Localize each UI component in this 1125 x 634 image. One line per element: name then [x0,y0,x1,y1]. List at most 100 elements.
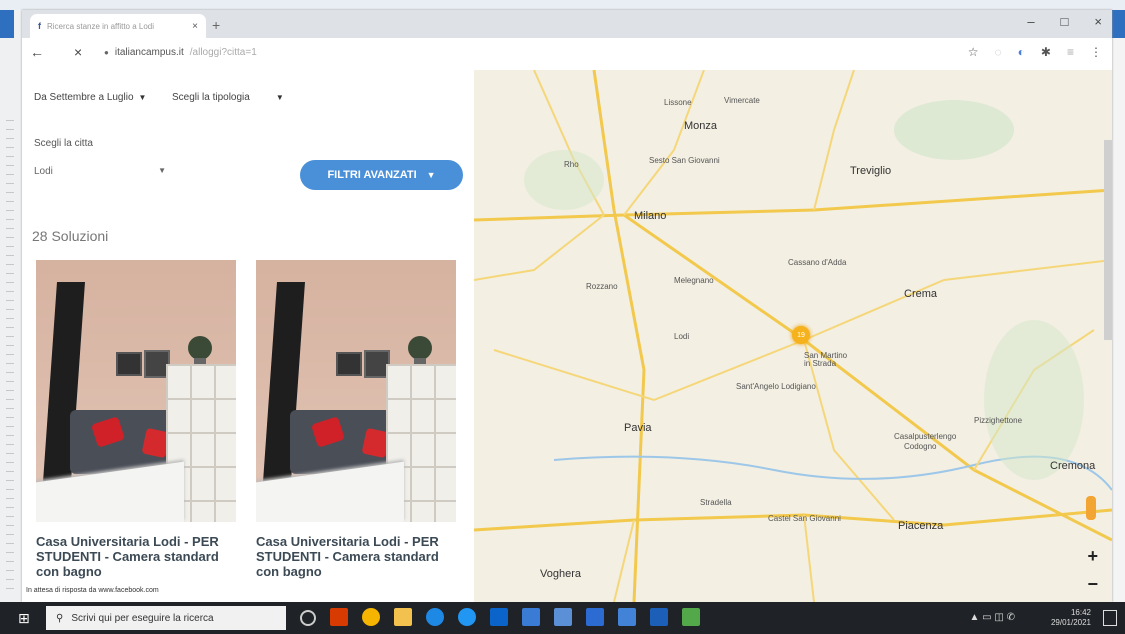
back-icon[interactable]: ← [30,44,44,60]
tab-title: Ricerca stanze in affitto a Lodi [47,21,155,31]
map-label-codogno: Codogno [904,442,937,451]
facebook-favicon-icon: f [38,21,41,31]
typology-value: Scegli la tipologia [172,92,250,103]
url-field[interactable]: ● italiancampus.it /alloggi?citta=1 [104,47,257,58]
period-select[interactable]: Da Settembre a Luglio ▼ [34,92,146,103]
map-label-crema: Crema [904,288,938,300]
page-scrollbar[interactable] [1104,140,1112,340]
background-app-edge [1112,10,1125,38]
listing-title[interactable]: Casa Universitaria Lodi - PER STUDENTI -… [36,534,236,579]
map-label-milano: Milano [634,210,667,222]
advanced-filters-button[interactable]: FILTRI AVANZATI ▼ [300,160,463,190]
zoom-in-button[interactable]: + [1087,546,1098,567]
typology-select[interactable]: Scegli la tipologia ▼ [172,92,284,103]
map-label-rho: Rho [564,160,579,169]
period-value: Da Settembre a Luglio [34,92,134,103]
app-icon[interactable] [554,608,572,626]
chevron-down-icon: ▼ [275,93,284,102]
office-icon[interactable] [330,608,348,626]
scan-background-top [0,0,1125,10]
map-label-castelsangiovanni: Castel San Giovanni [768,514,841,523]
map-label-rozzano: Rozzano [586,282,618,291]
minimize-button[interactable]: – [1027,14,1034,29]
search-icon: ⚲ [56,612,64,624]
window-controls: – □ × [1027,14,1102,29]
site-info-icon[interactable]: ● [104,48,109,57]
extensions-area: ☆ ◌ ◐ ✱ ≡ ⋮ [968,45,1102,59]
room-photo[interactable] [36,260,236,522]
clock[interactable]: 16:42 29/01/2021 [1051,608,1091,628]
chevron-down-icon: ▼ [138,93,147,102]
ie-icon[interactable] [458,608,476,626]
extension-icon[interactable]: ◌ [995,45,1002,59]
map-label-voghera: Voghera [540,568,581,580]
taskbar-search-placeholder: Scrivi qui per eseguire la ricerca [71,612,214,624]
background-app-edge-left [0,10,14,38]
bookmark-star-icon[interactable]: ☆ [968,45,979,59]
app-icon[interactable] [650,608,668,626]
map-label-monza: Monza [684,120,718,132]
advanced-filters-label: FILTRI AVANZATI [327,169,417,181]
map-label-vimercate: Vimercate [724,96,760,105]
clock-time: 16:42 [1070,608,1091,617]
edge-icon[interactable] [426,608,444,626]
zoom-out-button[interactable]: − [1087,574,1098,595]
reading-list-icon[interactable]: ≡ [1067,45,1074,59]
city-label: Scegli la citta [34,138,93,149]
listing-card[interactable]: Casa Universitaria Lodi - PER STUDENTI -… [256,260,456,579]
map-label-stradella: Stradella [700,498,732,507]
url-domain: italiancampus.it [114,47,184,58]
map-label-piacenza: Piacenza [898,520,944,532]
map-label-casalpusterlengo: Casalpusterlengo [894,432,957,441]
close-window-button[interactable]: × [1094,14,1102,29]
map-label-pizzighettone: Pizzighettone [974,416,1023,425]
map-label-sanmartino: San Martino in Strada [804,351,848,368]
app-icon[interactable] [682,608,700,626]
menu-icon[interactable]: ⋮ [1090,45,1102,59]
taskbar-apps [300,608,700,626]
listing-panel: Da Settembre a Luglio ▼ Scegli la tipolog… [22,70,474,602]
address-bar: ← × ● italiancampus.it /alloggi?citta=1 … [22,38,1112,71]
windows-taskbar: ⊞ ⚲ Scrivi qui per eseguire la ricerca ▲… [0,602,1125,634]
url-path: /alloggi?citta=1 [189,47,257,58]
listing-card[interactable]: Casa Universitaria Lodi - PER STUDENTI -… [36,260,236,579]
outlook-icon[interactable] [490,608,508,626]
map-label-sanangelo: Sant'Angelo Lodigiano [736,382,816,391]
tab-bar: f Ricerca stanze in affitto a Lodi × + –… [22,10,1112,38]
clock-date: 29/01/2021 [1050,618,1091,627]
tab-close-icon[interactable]: × [192,21,198,32]
map-label-treviglio: Treviglio [850,165,892,177]
map-panel[interactable]: Monza Milano Lissone Vimercate Rho Sesto… [474,70,1112,602]
results-count: 28 Soluzioni [32,228,109,244]
map-label-sesto: Sesto San Giovanni [649,156,720,165]
app-icon[interactable] [618,608,636,626]
extension-color-icon[interactable]: ◐ [1018,45,1025,59]
file-explorer-icon[interactable] [394,608,412,626]
app-icon[interactable] [522,608,540,626]
windows-start-icon[interactable]: ⊞ [18,610,30,627]
room-photo[interactable] [256,260,456,522]
app-icon[interactable] [586,608,604,626]
taskbar-search[interactable]: ⚲ Scrivi qui per eseguire la ricerca [46,606,286,630]
city-select[interactable]: Lodi ▼ [34,166,166,177]
chrome-icon[interactable] [362,608,380,626]
chevron-down-icon: ▼ [158,166,166,175]
notifications-icon[interactable] [1103,610,1117,626]
map-label-lodi: Lodi [674,332,690,341]
map-label-pavia: Pavia [624,422,652,434]
map-label-lissone: Lissone [664,98,692,107]
listing-title[interactable]: Casa Universitaria Lodi - PER STUDENTI -… [256,534,456,579]
browser-tab[interactable]: f Ricerca stanze in affitto a Lodi × [30,14,206,38]
puzzle-extension-icon[interactable]: ✱ [1041,45,1051,59]
task-view-icon[interactable] [300,610,316,626]
new-tab-button[interactable]: + [212,17,220,33]
system-tray-icons[interactable]: ▲ ▭ ◫ ✆ [969,612,1015,623]
street-view-pegman-icon[interactable] [1086,496,1096,520]
stop-loading-icon[interactable]: × [74,44,82,60]
map-marker-cluster[interactable]: 19 [792,326,810,344]
scan-ruler [6,120,14,590]
chevron-down-icon: ▼ [426,170,436,180]
maximize-button[interactable]: □ [1061,14,1069,29]
map-label-melegnano: Melegnano [674,276,714,285]
map-label-cassano: Cassano d'Adda [788,258,847,267]
